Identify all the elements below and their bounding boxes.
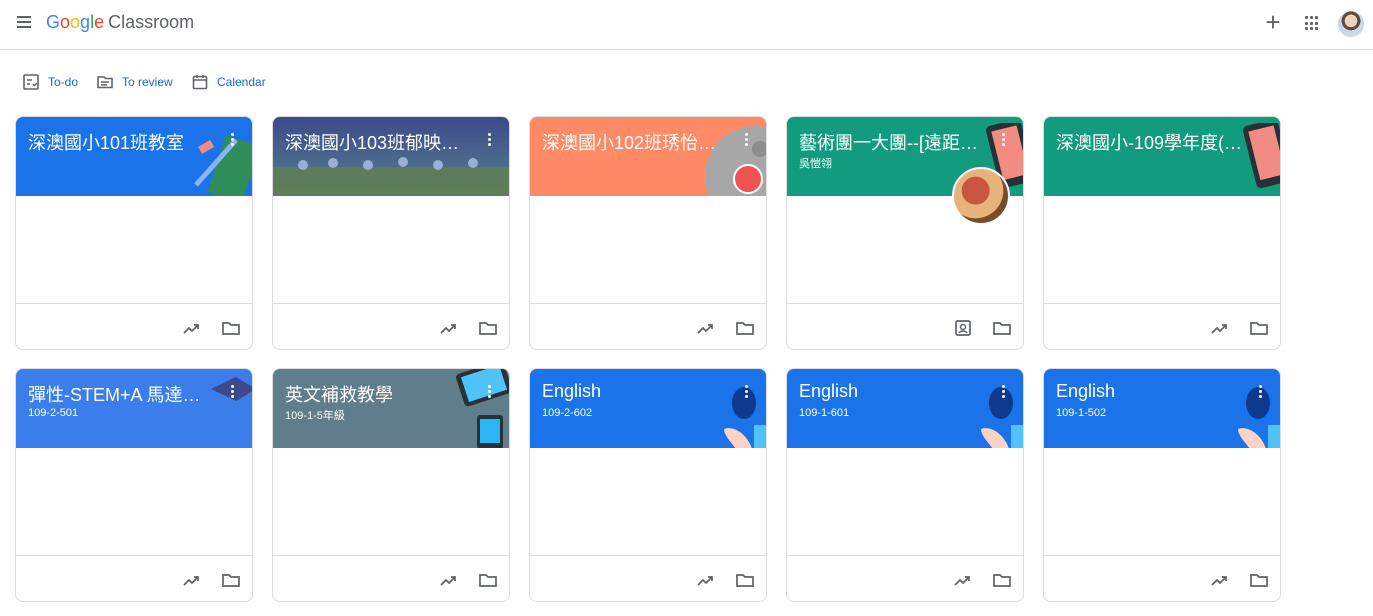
logo-letter: g [80,12,91,32]
class-card-header: English 109-2-602 [530,369,766,448]
class-title[interactable]: 藝術團一大團--[遠距教學] [799,129,989,155]
trending-icon[interactable] [439,570,459,590]
class-title[interactable]: 深澳國小102班琇怡老師教室 [542,129,732,155]
google-apps-icon[interactable] [1305,16,1321,32]
class-options-button[interactable] [228,383,236,403]
class-section[interactable]: 109-1-601 [799,407,849,419]
trending-icon[interactable] [696,570,716,590]
hamburger-icon-bar [17,21,31,23]
class-card-header: 英文補救教學 109-1-5年級 [273,369,509,448]
logo-letter: G [46,12,61,32]
trending-icon[interactable] [1210,318,1230,338]
class-title[interactable]: 英文補救教學 [285,381,475,407]
class-card[interactable]: 深澳國小103班郁映老師教室 [272,116,510,350]
logo-letter: o [70,12,81,32]
class-card[interactable]: English 109-1-502 [1043,368,1281,602]
class-options-button[interactable] [228,131,236,151]
class-card[interactable]: 藝術團一大團--[遠距教學] 吳愷翎 [786,116,1024,350]
class-card[interactable]: 深澳國小102班琇怡老師教室 [529,116,767,350]
student-work-icon[interactable] [953,318,973,338]
class-card-header: 深澳國小101班教室 [16,117,252,196]
review-icon [97,76,113,89]
product-name: Classroom [108,12,195,32]
class-card-header: 深澳國小103班郁映老師教室 [273,117,509,196]
teacher-avatar[interactable] [952,167,1010,225]
class-card-header: English 109-1-502 [1044,369,1280,448]
class-title[interactable]: 彈性-STEM+A 馬達與機械 [28,381,218,407]
class-section[interactable]: 109-2-602 [542,407,592,419]
calendar-link[interactable]: Calendar [191,70,266,94]
class-title[interactable]: English [1056,381,1246,402]
trending-icon[interactable] [439,318,459,338]
to-review-label: To review [122,75,173,89]
class-card-footer [530,303,766,349]
class-card-footer [530,555,766,601]
class-title[interactable]: 深澳國小101班教室 [28,129,218,155]
folder-icon[interactable] [478,570,498,590]
logo-letter: e [94,12,105,32]
class-card-header: English 109-1-601 [787,369,1023,448]
class-options-button[interactable] [1256,383,1264,403]
folder-icon[interactable] [221,318,241,338]
class-card[interactable]: 彈性-STEM+A 馬達與機械 109-2-501 [15,368,253,602]
main-menu-button[interactable] [14,13,34,33]
to-review-link[interactable]: To review [96,70,173,94]
class-card-footer [1044,555,1280,601]
trending-icon[interactable] [696,318,716,338]
class-card-header: 深澳國小-109學年度(上) [1044,117,1280,196]
class-card-header: 深澳國小102班琇怡老師教室 [530,117,766,196]
class-options-button[interactable] [485,383,493,403]
folder-icon[interactable] [735,570,755,590]
hamburger-icon-bar [17,26,31,28]
trending-icon[interactable] [182,318,202,338]
class-card[interactable]: English 109-2-602 [529,368,767,602]
trending-icon[interactable] [1210,570,1230,590]
trending-icon[interactable] [953,570,973,590]
class-card-footer [16,303,252,349]
folder-icon[interactable] [735,318,755,338]
class-card[interactable]: 英文補救教學 109-1-5年級 [272,368,510,602]
hamburger-icon-bar [17,16,31,18]
class-options-button[interactable] [742,131,750,151]
folder-icon[interactable] [1249,570,1269,590]
folder-icon[interactable] [221,570,241,590]
folder-icon[interactable] [992,318,1012,338]
calendar-icon [192,75,208,90]
account-avatar[interactable] [1338,11,1364,37]
teacher-name[interactable]: 吳愷翎 [799,155,832,171]
class-card-footer [16,555,252,601]
top-app-bar: Google Classroom + [0,0,1373,50]
calendar-label: Calendar [217,75,266,89]
class-card-header: 彈性-STEM+A 馬達與機械 109-2-501 [16,369,252,448]
class-title[interactable]: English [799,381,989,402]
class-card[interactable]: 深澳國小101班教室 [15,116,253,350]
class-section[interactable]: 109-2-501 [28,407,78,419]
class-section[interactable]: 109-1-5年級 [285,407,345,423]
folder-icon[interactable] [1249,318,1269,338]
class-card-footer [1044,303,1280,349]
google-classroom-logo[interactable]: Google Classroom [46,12,194,33]
class-options-button[interactable] [999,131,1007,151]
class-card[interactable]: English 109-1-601 [786,368,1024,602]
logo-letter: o [60,12,71,32]
create-or-join-class-button[interactable]: + [1262,9,1284,36]
class-title[interactable]: 深澳國小-109學年度(上) [1056,129,1246,155]
class-title[interactable]: English [542,381,732,402]
todo-link[interactable]: To-do [22,70,78,94]
class-section[interactable]: 109-1-502 [1056,407,1106,419]
todo-icon [23,74,39,90]
class-title[interactable]: 深澳國小103班郁映老師教室 [285,129,475,155]
class-card[interactable]: 深澳國小-109學年度(上) [1043,116,1281,350]
todo-label: To-do [48,75,79,89]
class-card-footer [273,555,509,601]
folder-icon[interactable] [478,318,498,338]
class-card-footer [787,555,1023,601]
class-options-button[interactable] [485,131,493,151]
folder-icon[interactable] [992,570,1012,590]
class-options-button[interactable] [742,383,750,403]
class-card-footer [787,303,1023,349]
class-card-footer [273,303,509,349]
class-options-button[interactable] [999,383,1007,403]
trending-icon[interactable] [182,570,202,590]
